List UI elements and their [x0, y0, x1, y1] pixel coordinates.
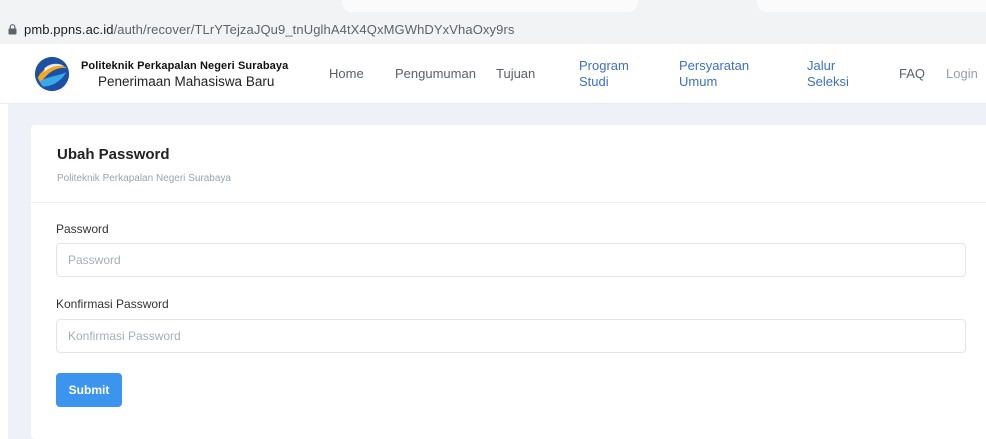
address-bar[interactable]: pmb.ppns.ac.id/auth/recover/TLrYTejzaJQu… — [0, 14, 986, 44]
nav-tujuan[interactable]: Tujuan — [496, 66, 535, 82]
card-header: Ubah Password Politeknik Perkapalan Nege… — [31, 125, 986, 203]
nav-jalur-line2: Seleksi — [807, 74, 849, 89]
confirm-password-label: Konfirmasi Password — [56, 297, 169, 311]
nav-home[interactable]: Home — [329, 66, 364, 82]
lock-icon[interactable] — [6, 22, 18, 36]
nav-program-line2: Studi — [579, 74, 609, 89]
password-label: Password — [56, 222, 109, 236]
browser-tab[interactable] — [757, 0, 986, 12]
nav-faq[interactable]: FAQ — [899, 66, 925, 82]
submit-button[interactable]: Submit — [56, 373, 122, 407]
nav-login[interactable]: Login — [946, 66, 978, 82]
card-title: Ubah Password — [57, 146, 170, 163]
nav-jalur-line1: Jalur — [807, 58, 836, 73]
nav-program-studi[interactable]: Program Studi — [579, 58, 629, 90]
card-subtitle: Politeknik Perkapalan Negeri Surabaya — [57, 173, 231, 184]
nav-pengumuman[interactable]: Pengumuman — [395, 66, 476, 82]
nav-jalur-seleksi[interactable]: Jalur Seleksi — [807, 58, 849, 90]
confirm-password-input[interactable] — [56, 319, 966, 353]
brand-link[interactable]: Politeknik Perkapalan Negeri Surabaya Pe… — [33, 54, 288, 94]
url-text[interactable]: pmb.ppns.ac.id/auth/recover/TLrYTejzaJQu… — [24, 22, 514, 37]
ppns-logo-icon — [34, 56, 70, 92]
browser-tab-strip — [0, 0, 986, 14]
brand-subtitle: Penerimaan Mahasiswa Baru — [98, 74, 275, 89]
nav-persyaratan-line1: Persyaratan — [679, 58, 750, 73]
password-input[interactable] — [56, 243, 966, 277]
nav-persyaratan-umum[interactable]: Persyaratan Umum — [679, 58, 749, 90]
site-navbar: Politeknik Perkapalan Negeri Surabaya Pe… — [0, 44, 986, 104]
nav-persyaratan-line2: Umum — [679, 74, 718, 89]
url-host: pmb.ppns.ac.id — [24, 21, 114, 37]
brand-title: Politeknik Perkapalan Negeri Surabaya — [81, 60, 289, 72]
browser-tab[interactable] — [342, 0, 638, 12]
recover-password-card: Ubah Password Politeknik Perkapalan Nege… — [31, 125, 986, 439]
nav-program-line1: Program — [579, 58, 629, 73]
url-path: /auth/recover/TLrYTejzaJQu9_tnUglhA4tX4Q… — [113, 21, 515, 37]
